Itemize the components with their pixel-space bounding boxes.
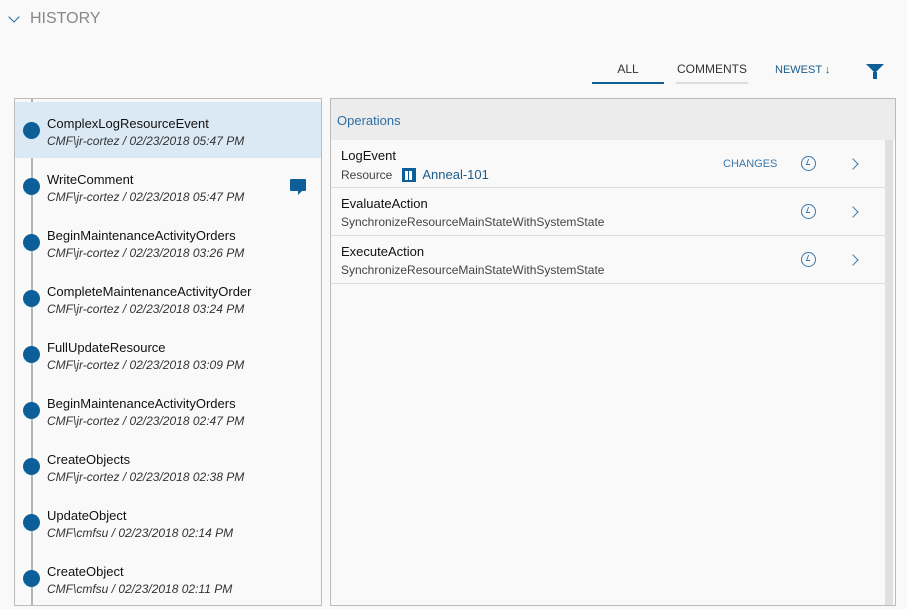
- history-item[interactable]: BeginMaintenanceActivityOrders CMF\jr-cor…: [15, 382, 321, 438]
- tab-comments[interactable]: COMMENTS: [676, 62, 748, 84]
- item-name: CreateObjects: [47, 452, 131, 467]
- timeline-dot: [23, 570, 40, 587]
- item-meta: CMF\jr-cortez / 02/23/2018 03:26 PM: [47, 246, 245, 260]
- item-name: WriteComment: [47, 172, 134, 187]
- history-item[interactable]: FullUpdateResource CMF\jr-cortez / 02/23/…: [15, 326, 321, 382]
- operation-row[interactable]: LogEvent Resource Anneal-101 CHANGES: [331, 140, 885, 188]
- item-meta: CMF\jr-cortez / 02/23/2018 02:38 PM: [47, 470, 245, 484]
- timeline-dot: [23, 514, 40, 531]
- chevron-right-icon[interactable]: [847, 206, 859, 218]
- scrollbar[interactable]: [885, 140, 893, 605]
- item-meta: CMF\jr-cortez / 02/23/2018 03:09 PM: [47, 358, 245, 372]
- operation-row[interactable]: EvaluateAction SynchronizeResourceMainSt…: [331, 188, 885, 236]
- item-name: ComplexLogResourceEvent: [47, 116, 209, 131]
- item-meta: CMF\cmfsu / 02/23/2018 02:14 PM: [47, 526, 234, 540]
- chevron-right-icon[interactable]: [847, 254, 859, 266]
- filter-icon[interactable]: [866, 64, 884, 79]
- history-timeline: ComplexLogResourceEvent CMF\jr-cortez / 0…: [14, 98, 322, 606]
- clock-icon[interactable]: [801, 156, 816, 171]
- timeline-dot: [23, 346, 40, 363]
- clock-icon[interactable]: [801, 252, 816, 267]
- history-item[interactable]: CreateObject CMF\cmfsu / 02/23/2018 02:11…: [15, 550, 321, 605]
- sort-newest-button[interactable]: NEWEST ↓: [775, 64, 830, 76]
- comment-icon[interactable]: [290, 179, 306, 195]
- timeline-dot: [23, 458, 40, 475]
- operation-sub: SynchronizeResourceMainStateWithSystemSt…: [341, 263, 605, 277]
- timeline-dot: [23, 290, 40, 307]
- operation-name: LogEvent: [341, 148, 396, 163]
- timeline-dot: [23, 178, 40, 195]
- item-meta: CMF\cmfsu / 02/23/2018 02:11 PM: [47, 582, 233, 596]
- resource-icon: [402, 167, 417, 182]
- item-name: CompleteMaintenanceActivityOrder: [47, 284, 252, 299]
- changes-button[interactable]: CHANGES: [723, 158, 777, 170]
- tab-all[interactable]: ALL: [592, 62, 664, 84]
- item-name: UpdateObject: [47, 508, 127, 523]
- operation-row[interactable]: ExecuteAction SynchronizeResourceMainSta…: [331, 236, 885, 284]
- history-title: HISTORY: [30, 10, 101, 27]
- timeline-dot: [23, 402, 40, 419]
- item-meta: CMF\jr-cortez / 02/23/2018 03:24 PM: [47, 302, 245, 316]
- clock-icon[interactable]: [801, 204, 816, 219]
- history-header[interactable]: HISTORY: [8, 10, 101, 28]
- operations-title: Operations: [331, 99, 895, 140]
- item-name: BeginMaintenanceActivityOrders: [47, 228, 236, 243]
- chevron-down-icon[interactable]: [8, 11, 20, 23]
- operation-type: Resource: [341, 167, 393, 182]
- history-item[interactable]: BeginMaintenanceActivityOrders CMF\jr-cor…: [15, 214, 321, 270]
- chevron-right-icon[interactable]: [847, 158, 859, 170]
- timeline-dot: [23, 234, 40, 251]
- history-item[interactable]: CompleteMaintenanceActivityOrder CMF\jr-c…: [15, 270, 321, 326]
- operation-name: ExecuteAction: [341, 244, 425, 259]
- timeline-dot: [23, 122, 40, 139]
- item-meta: CMF\jr-cortez / 02/23/2018 05:47 PM: [47, 134, 245, 148]
- history-item[interactable]: ComplexLogResourceEvent CMF\jr-cortez / 0…: [15, 102, 321, 158]
- operation-sub: SynchronizeResourceMainStateWithSystemSt…: [341, 215, 605, 229]
- history-item[interactable]: UpdateObject CMF\cmfsu / 02/23/2018 02:14…: [15, 494, 321, 550]
- resource-link[interactable]: Anneal-101: [422, 167, 489, 182]
- history-item[interactable]: CreateObjects CMF\jr-cortez / 02/23/2018 …: [15, 438, 321, 494]
- operations-panel: Operations LogEvent Resource Anneal-101 …: [330, 98, 896, 606]
- item-name: CreateObject: [47, 564, 124, 579]
- item-name: FullUpdateResource: [47, 340, 166, 355]
- operation-name: EvaluateAction: [341, 196, 428, 211]
- item-name: BeginMaintenanceActivityOrders: [47, 396, 236, 411]
- history-item[interactable]: WriteComment CMF\jr-cortez / 02/23/2018 0…: [15, 158, 321, 214]
- item-meta: CMF\jr-cortez / 02/23/2018 02:47 PM: [47, 414, 245, 428]
- item-meta: CMF\jr-cortez / 02/23/2018 05:47 PM: [47, 190, 245, 204]
